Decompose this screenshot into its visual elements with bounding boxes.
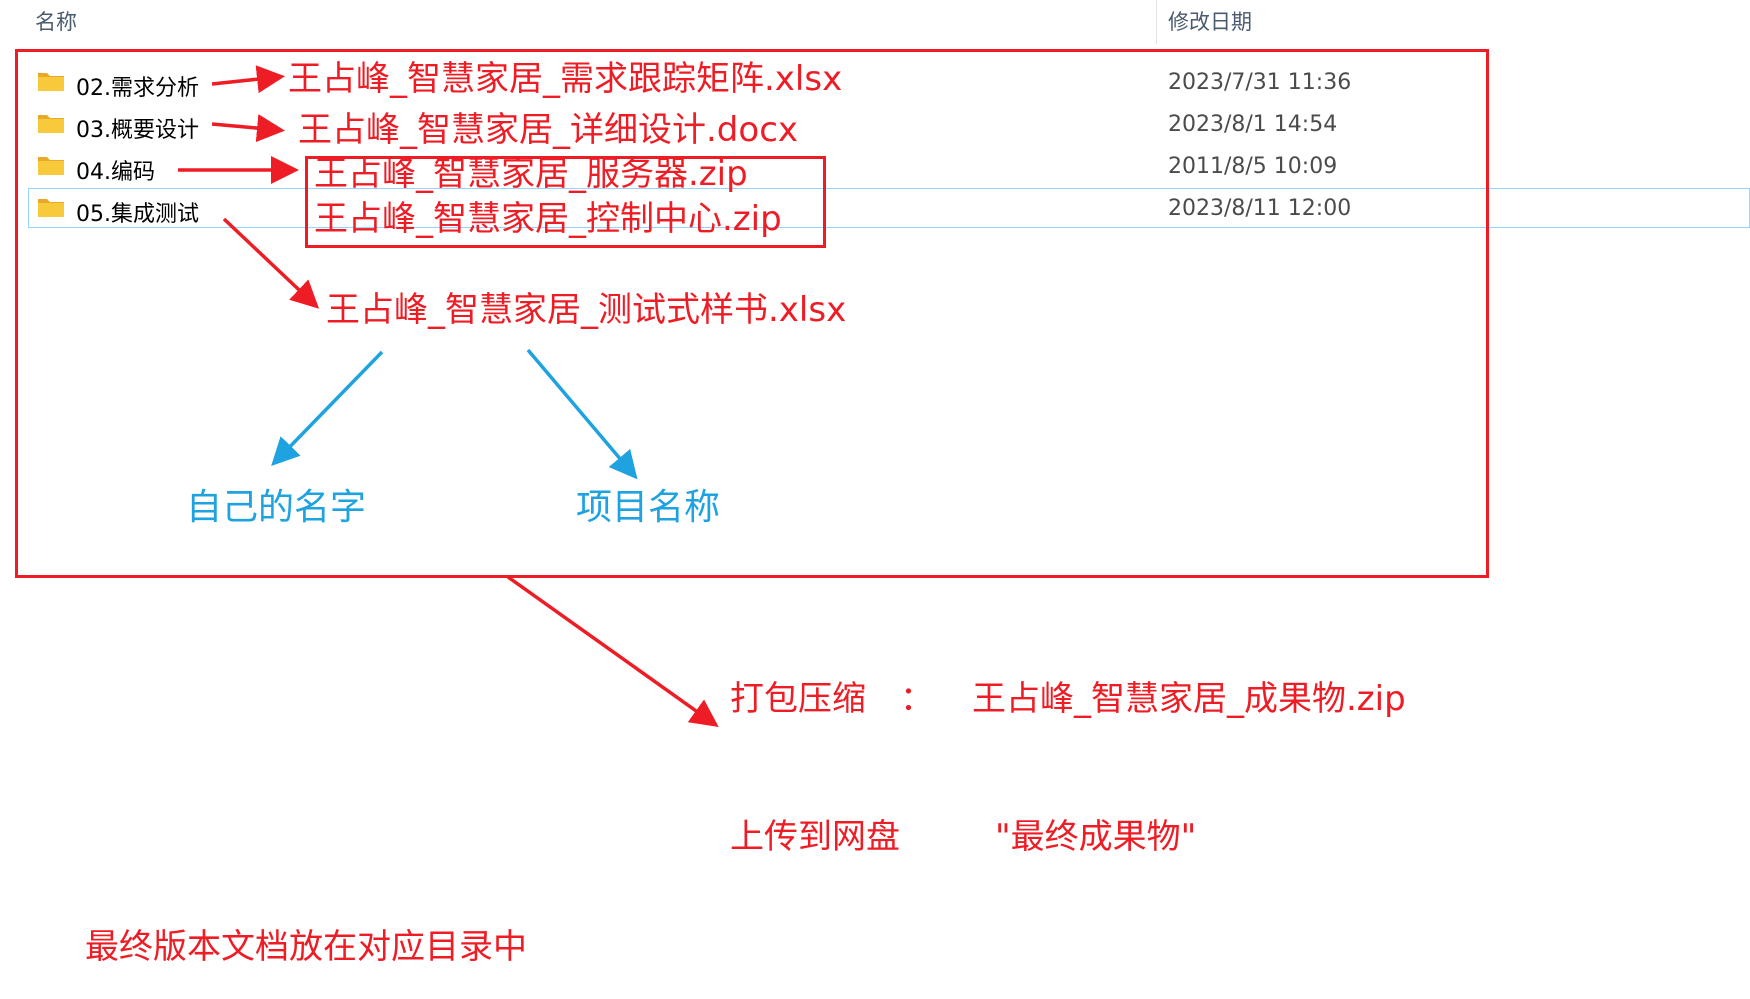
arrow-pack <box>506 575 719 728</box>
arrow-design <box>211 114 285 143</box>
arrow-test <box>222 217 320 309</box>
annotation-arrows <box>178 65 719 728</box>
arrow-project-name <box>526 348 638 480</box>
arrow-own-name <box>271 350 384 467</box>
arrow-req <box>211 65 285 94</box>
